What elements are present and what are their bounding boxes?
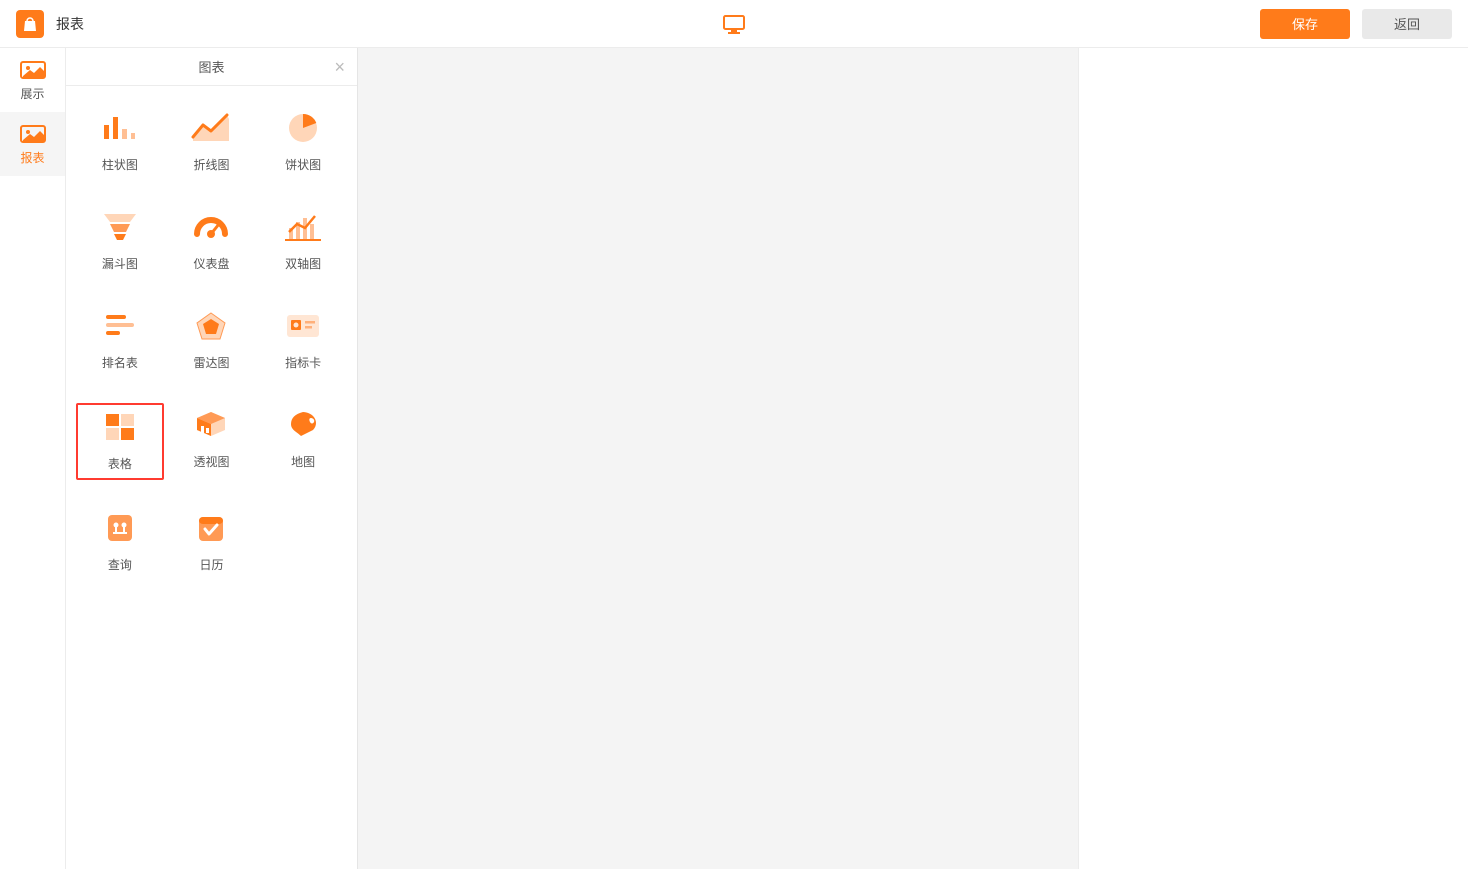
save-button[interactable]: 保存 [1260, 9, 1350, 39]
bar-chart-icon [98, 110, 142, 146]
chart-type-label: 表格 [108, 455, 132, 472]
app-logo-icon [16, 10, 44, 38]
dual-axis-chart-icon [281, 209, 325, 245]
chart-type-label: 日历 [199, 556, 223, 573]
map-chart-icon [281, 407, 325, 443]
chart-type-bar-chart[interactable]: 柱状图 [76, 106, 164, 179]
chart-type-funnel-chart[interactable]: 漏斗图 [76, 205, 164, 278]
preview-monitor-icon[interactable] [722, 13, 746, 35]
chart-type-label: 地图 [291, 453, 315, 470]
main-area: 展示 报表 图表 × 柱状图 折线图 饼状图漏斗图 仪表盘 双轴图排名表 雷达图 指标卡表格… [0, 48, 1468, 869]
chart-type-label: 仪表盘 [193, 255, 229, 272]
calendar-icon [189, 510, 233, 546]
chart-type-label: 雷达图 [193, 354, 229, 371]
app-header: 报表 保存 返回 [0, 0, 1468, 48]
chart-type-gauge-chart[interactable]: 仪表盘 [168, 205, 256, 278]
canvas-wrap [358, 48, 1468, 869]
header-center [722, 13, 746, 35]
chart-type-line-chart[interactable]: 折线图 [168, 106, 256, 179]
chart-type-label: 双轴图 [285, 255, 321, 272]
app-title: 报表 [56, 14, 84, 34]
properties-panel [1078, 48, 1468, 869]
chart-type-label: 透视图 [193, 453, 229, 470]
header-left: 报表 [16, 10, 84, 38]
nav-item-label: 展示 [20, 85, 44, 102]
report-canvas[interactable] [358, 48, 1078, 869]
chart-type-label: 柱状图 [102, 156, 138, 173]
ranking-table-icon [98, 308, 142, 344]
chart-type-map-chart[interactable]: 地图 [259, 403, 347, 480]
funnel-chart-icon [98, 209, 142, 245]
table-icon [98, 409, 142, 445]
pie-chart-icon [281, 110, 325, 146]
query-icon [98, 510, 142, 546]
chart-type-query[interactable]: 查询 [76, 506, 164, 579]
nav-item-label: 报表 [20, 149, 44, 166]
chart-type-label: 查询 [108, 556, 132, 573]
nav-item-display[interactable]: 展示 [0, 48, 65, 112]
nav-item-report[interactable]: 报表 [0, 112, 65, 176]
chart-type-pie-chart[interactable]: 饼状图 [259, 106, 347, 179]
picker-title: 图表 [198, 57, 224, 76]
close-icon[interactable]: × [334, 58, 345, 76]
chart-type-calendar[interactable]: 日历 [168, 506, 256, 579]
chart-type-pivot-chart[interactable]: 透视图 [168, 403, 256, 480]
line-chart-icon [189, 110, 233, 146]
radar-chart-icon [189, 308, 233, 344]
chart-type-label: 漏斗图 [102, 255, 138, 272]
picker-body: 柱状图 折线图 饼状图漏斗图 仪表盘 双轴图排名表 雷达图 指标卡表格 透视图 地图查询 日历 [66, 86, 357, 869]
pivot-chart-icon [189, 407, 233, 443]
kpi-card-icon [281, 308, 325, 344]
chart-type-ranking-table[interactable]: 排名表 [76, 304, 164, 377]
header-right: 保存 返回 [1260, 9, 1452, 39]
gauge-chart-icon [189, 209, 233, 245]
chart-type-table[interactable]: 表格 [76, 403, 164, 480]
chart-type-label: 排名表 [102, 354, 138, 371]
chart-type-label: 指标卡 [285, 354, 321, 371]
chart-type-label: 饼状图 [285, 156, 321, 173]
chart-type-radar-chart[interactable]: 雷达图 [168, 304, 256, 377]
chart-type-label: 折线图 [193, 156, 229, 173]
back-button[interactable]: 返回 [1362, 9, 1452, 39]
picker-header: 图表 × [66, 48, 357, 86]
chart-picker-panel: 图表 × 柱状图 折线图 饼状图漏斗图 仪表盘 双轴图排名表 雷达图 指标卡表格 透视图 地图查… [66, 48, 358, 869]
chart-type-kpi-card[interactable]: 指标卡 [259, 304, 347, 377]
chart-type-dual-axis-chart[interactable]: 双轴图 [259, 205, 347, 278]
left-nav: 展示 报表 [0, 48, 66, 869]
